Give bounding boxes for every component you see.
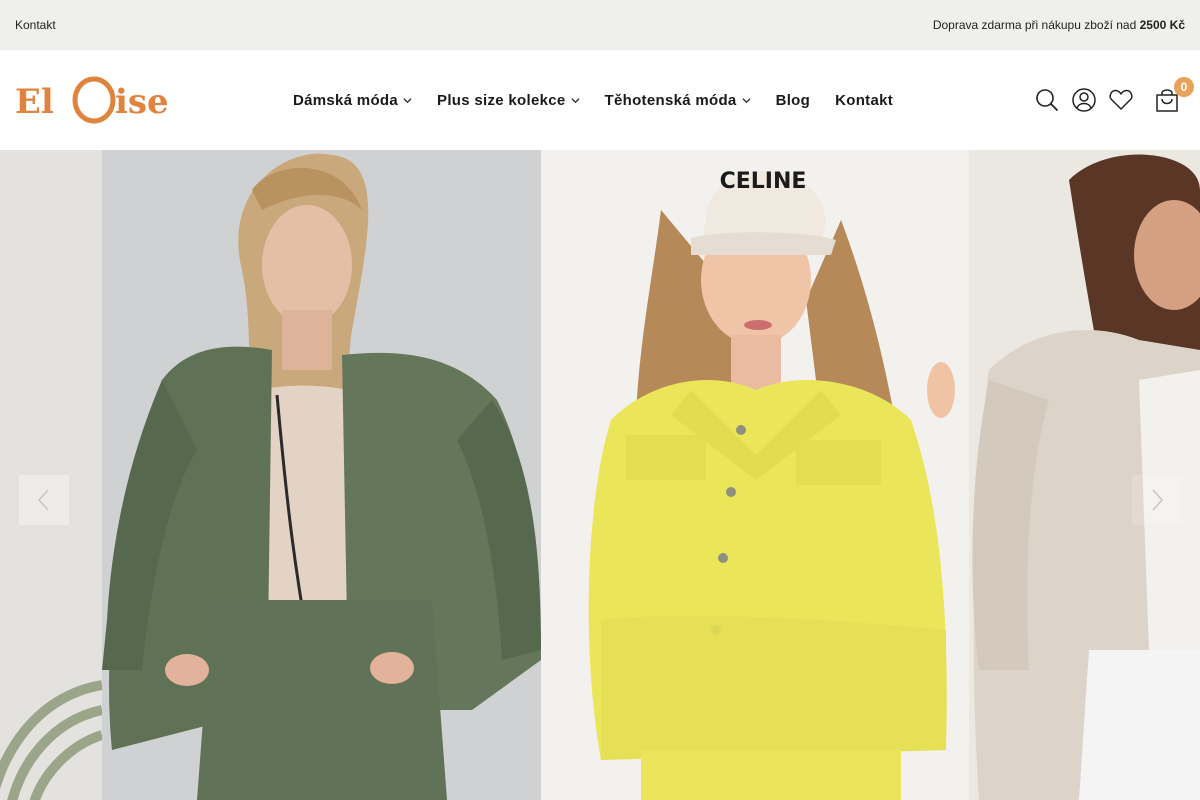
- site-header: El ise Dámská móda Plus size kolekce Těh…: [0, 50, 1200, 150]
- cap-logo-text: CELINE: [720, 169, 807, 194]
- nav-item-kontakt[interactable]: Kontakt: [835, 92, 893, 109]
- free-shipping-notice: Doprava zdarma při nákupu zboží nad 2500…: [933, 18, 1185, 32]
- top-bar: Kontakt Doprava zdarma při nákupu zboží …: [0, 0, 1200, 50]
- hero-slide-green-jacket[interactable]: [102, 150, 541, 800]
- chevron-right-icon: [1152, 489, 1164, 511]
- main-navigation: Dámská móda Plus size kolekce Těhotenská…: [293, 50, 918, 150]
- cart-count-badge: 0: [1174, 77, 1194, 97]
- hero-slider[interactable]: CELINE: [0, 150, 1200, 800]
- nav-item-plus-size[interactable]: Plus size kolekce: [437, 92, 580, 109]
- brand-logo[interactable]: El ise: [15, 76, 169, 124]
- chevron-left-icon: [37, 489, 49, 511]
- user-icon[interactable]: [1071, 87, 1097, 113]
- nav-item-label: Blog: [775, 91, 811, 109]
- chevron-down-icon: [403, 97, 412, 103]
- svg-text:ise: ise: [115, 82, 167, 122]
- header-actions: 0: [1023, 50, 1194, 150]
- free-shipping-text: Doprava zdarma při nákupu zboží nad: [932, 18, 1140, 32]
- topbar-contact-link[interactable]: Kontakt: [15, 18, 56, 32]
- slider-prev-button[interactable]: [19, 475, 69, 525]
- search-icon[interactable]: [1034, 87, 1060, 113]
- slider-next-button[interactable]: [1132, 475, 1182, 525]
- nav-item-damska-moda[interactable]: Dámská móda: [293, 92, 412, 109]
- free-shipping-amount: 2500 Kč: [1139, 18, 1185, 32]
- nav-item-label: Dámská móda: [293, 91, 399, 109]
- chevron-down-icon: [742, 97, 751, 103]
- svg-text:El: El: [15, 82, 54, 122]
- heart-icon[interactable]: [1108, 87, 1134, 113]
- nav-item-blog[interactable]: Blog: [776, 92, 811, 109]
- hero-slide-yellow-jacket[interactable]: CELINE: [541, 150, 969, 800]
- shopping-bag-icon[interactable]: 0: [1154, 77, 1194, 113]
- nav-item-label: Kontakt: [835, 91, 894, 109]
- nav-item-label: Plus size kolekce: [437, 91, 566, 109]
- nav-item-tehotenska-moda[interactable]: Těhotenská móda: [605, 92, 751, 109]
- chevron-down-icon: [571, 97, 580, 103]
- nav-item-label: Těhotenská móda: [604, 91, 737, 109]
